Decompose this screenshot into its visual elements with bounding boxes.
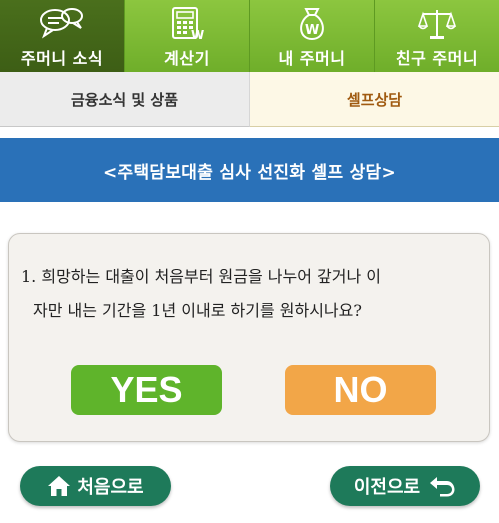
nav-tab-my-pouch[interactable]: W 내 주머니: [250, 0, 375, 72]
page-title: <주택담보대출 심사 선진화 셀프 상담>: [102, 162, 397, 183]
svg-text:W: W: [191, 28, 204, 42]
no-button[interactable]: NO: [285, 365, 436, 415]
scales-icon: [417, 4, 457, 44]
top-nav: 주머니 소식 W 계산기 W 내 주머니 친구 주머니: [0, 0, 499, 72]
tab-financial-news[interactable]: 금융소식 및 상품: [0, 72, 250, 127]
money-bag-icon: W: [294, 4, 330, 44]
question-card: 1. 희망하는 대출이 처음부터 원금을 나누어 갚거나 이 자만 내는 기간을…: [8, 233, 490, 442]
nav-tab-news[interactable]: 주머니 소식: [0, 0, 125, 72]
svg-text:W: W: [305, 23, 319, 38]
calculator-icon: W: [169, 4, 205, 44]
question-line-1: 1. 희망하는 대출이 처음부터 원금을 나누어 갚거나 이: [21, 267, 381, 286]
previous-button-label: 이전으로: [353, 477, 421, 498]
tab-self-consult[interactable]: 셀프상담: [250, 72, 499, 127]
return-arrow-icon: [428, 475, 456, 497]
nav-tab-label: 내 주머니: [278, 49, 346, 68]
nav-tab-friend-pouch[interactable]: 친구 주머니: [375, 0, 499, 72]
nav-tab-label: 주머니 소식: [20, 49, 104, 68]
chat-bubbles-icon: [39, 4, 85, 44]
question-line-2: 자만 내는 기간을 1년 이내로 하기를 원하시나요?: [33, 301, 362, 320]
home-button-label: 처음으로: [77, 477, 144, 498]
question-text: 1. 희망하는 대출이 처음부터 원금을 나누어 갚거나 이 자만 내는 기간을…: [21, 260, 481, 328]
home-button[interactable]: 처음으로: [20, 466, 171, 506]
home-icon: [47, 475, 71, 497]
previous-button[interactable]: 이전으로: [330, 466, 480, 506]
yes-button[interactable]: YES: [71, 365, 222, 415]
nav-tab-calculator[interactable]: W 계산기: [125, 0, 250, 72]
nav-tab-label: 계산기: [164, 49, 210, 68]
nav-tab-label: 친구 주머니: [395, 49, 479, 68]
sub-tabs: 금융소식 및 상품 셀프상담: [0, 72, 499, 127]
page-title-banner: <주택담보대출 심사 선진화 셀프 상담>: [0, 138, 499, 202]
